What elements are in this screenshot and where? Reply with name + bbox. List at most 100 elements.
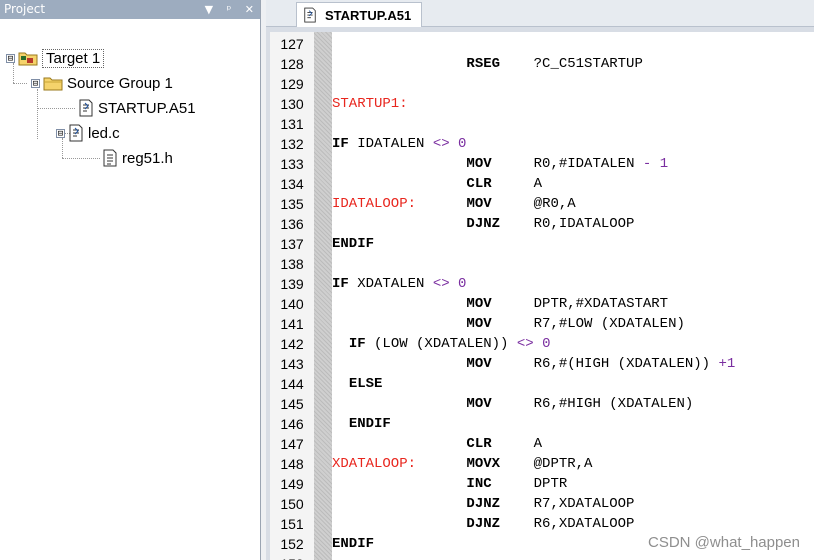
tree-item-reg51-h[interactable]: reg51.h bbox=[102, 147, 173, 169]
code-line[interactable]: MOV R6,#(HIGH (XDATALEN)) +1 bbox=[332, 354, 735, 374]
code-line[interactable]: MOV DPTR,#XDATASTART bbox=[332, 294, 668, 314]
line-number: 132 bbox=[280, 136, 304, 152]
tree-item-target-1[interactable]: ⊟ Target 1 bbox=[6, 47, 105, 69]
panel-close-icon[interactable]: ✕ bbox=[245, 0, 254, 19]
code-line[interactable]: DJNZ R6,XDATALOOP bbox=[332, 514, 634, 534]
tree-item-label: led.c bbox=[88, 124, 120, 142]
line-number: 151 bbox=[280, 516, 304, 532]
folder-icon bbox=[43, 77, 63, 91]
line-number: 140 bbox=[280, 296, 304, 312]
line-number: 138 bbox=[280, 256, 304, 272]
code-text: MOV DPTR,#XDATASTART bbox=[466, 296, 669, 312]
line-number: 145 bbox=[280, 396, 304, 412]
asm-file-icon bbox=[79, 99, 93, 117]
code-line[interactable]: IF (LOW (XDATALEN)) <> 0 bbox=[332, 334, 551, 354]
code-line[interactable]: ENDIF bbox=[332, 534, 374, 554]
line-number: 133 bbox=[280, 156, 304, 172]
code-line[interactable]: IF XDATALEN <> 0 bbox=[332, 274, 466, 294]
code-text: MOV @R0,A bbox=[466, 196, 576, 212]
line-number: 137 bbox=[280, 236, 304, 252]
code-label: XDATALOOP: bbox=[332, 456, 417, 472]
editor-tab-strip: STARTUP.A51 bbox=[266, 0, 814, 27]
code-line[interactable]: IDATALOOP: MOV @R0,A bbox=[332, 194, 576, 214]
code-line[interactable]: ENDIF bbox=[332, 414, 391, 434]
code-text: IF XDATALEN <> 0 bbox=[332, 276, 467, 292]
tab-startup-a51[interactable]: STARTUP.A51 bbox=[296, 2, 423, 27]
code-text: INC DPTR bbox=[466, 476, 568, 492]
tree-item-label: Source Group 1 bbox=[67, 74, 173, 92]
code-line[interactable]: DJNZ R0,IDATALOOP bbox=[332, 214, 634, 234]
code-text: CLR A bbox=[466, 436, 543, 452]
line-number: 147 bbox=[280, 436, 304, 452]
line-number: 134 bbox=[280, 176, 304, 192]
header-file-icon bbox=[103, 149, 117, 167]
collapse-toggle-icon[interactable]: ⊟ bbox=[6, 53, 15, 63]
line-number: 152 bbox=[280, 536, 304, 552]
breakpoint-margin[interactable] bbox=[314, 32, 332, 560]
tree-item-source-group-1[interactable]: ⊟ Source Group 1 bbox=[31, 72, 173, 94]
line-number: 146 bbox=[280, 416, 304, 432]
watermark: CSDN @what_happen bbox=[648, 534, 800, 551]
line-number: 127 bbox=[280, 36, 304, 52]
line-number: 148 bbox=[280, 456, 304, 472]
collapse-toggle-icon[interactable]: ⊟ bbox=[56, 128, 65, 138]
code-line[interactable]: CLR A bbox=[332, 174, 542, 194]
code-line[interactable]: RSEG ?C_C51STARTUP bbox=[332, 54, 643, 74]
code-text: MOV R0,#IDATALEN - 1 bbox=[466, 156, 669, 172]
editor-area: STARTUP.A51 127 128 129 130 131 132 133 134 135 1… bbox=[266, 0, 814, 560]
code-line[interactable]: MOV R6,#HIGH (XDATALEN) bbox=[332, 394, 693, 414]
code-line[interactable]: DJNZ R7,XDATALOOP bbox=[332, 494, 634, 514]
code-line[interactable]: IF IDATALEN <> 0 bbox=[332, 134, 466, 154]
tree-item-label: STARTUP.A51 bbox=[98, 99, 196, 117]
tree-item-label: reg51.h bbox=[122, 149, 173, 167]
code-line[interactable]: ELSE bbox=[332, 374, 383, 394]
asm-file-icon bbox=[304, 7, 316, 23]
line-number: 142 bbox=[280, 336, 304, 352]
code-line[interactable]: XDATALOOP: MOVX @DPTR,A bbox=[332, 454, 592, 474]
panel-pin-icon[interactable]: ᵖ bbox=[227, 0, 232, 19]
line-number: 136 bbox=[280, 216, 304, 232]
line-number: 149 bbox=[280, 476, 304, 492]
tree-item-startup-a51[interactable]: STARTUP.A51 bbox=[78, 97, 196, 119]
code-line[interactable]: CLR A bbox=[332, 434, 542, 454]
code-text: RSEG ?C_C51STARTUP bbox=[466, 56, 643, 72]
code-text: MOV R7,#LOW (XDATALEN) bbox=[466, 316, 685, 332]
code-text: DJNZ R6,XDATALOOP bbox=[466, 516, 635, 532]
line-number: 131 bbox=[280, 116, 304, 132]
line-number: 139 bbox=[280, 276, 304, 292]
line-number: 130 bbox=[280, 96, 304, 112]
code-text: CLR A bbox=[466, 176, 543, 192]
line-number: 128 bbox=[280, 56, 304, 72]
code-label: IDATALOOP: bbox=[332, 196, 417, 212]
tab-label: STARTUP.A51 bbox=[325, 7, 412, 23]
project-panel: Project ▼ ᵖ ✕ ⊟ Target 1 ⊟ Source Group … bbox=[0, 0, 261, 560]
line-number: 143 bbox=[280, 356, 304, 372]
code-text: IF IDATALEN <> 0 bbox=[332, 136, 467, 152]
code-line[interactable]: ENDIF bbox=[332, 234, 374, 254]
tree-item-led-c[interactable]: ⊟ led.c bbox=[56, 122, 120, 144]
target-folder-icon bbox=[18, 52, 38, 66]
code-text: IF (LOW (XDATALEN)) <> 0 bbox=[348, 336, 551, 352]
code-text: ELSE bbox=[348, 376, 383, 392]
code-line[interactable]: MOV R7,#LOW (XDATALEN) bbox=[332, 314, 685, 334]
line-number: 144 bbox=[280, 376, 304, 392]
code-line[interactable]: MOV R0,#IDATALEN - 1 bbox=[332, 154, 668, 174]
line-number: 129 bbox=[280, 76, 304, 92]
line-number-gutter: 127 128 129 130 131 132 133 134 135 136 137 138 139 1… bbox=[270, 32, 314, 560]
code-line[interactable]: STARTUP1: bbox=[332, 94, 408, 114]
panel-menu-dropdown-icon[interactable]: ▼ bbox=[205, 0, 213, 19]
tree-item-label: Target 1 bbox=[42, 48, 105, 68]
collapse-toggle-icon[interactable]: ⊟ bbox=[31, 78, 40, 88]
code-text: MOVX @DPTR,A bbox=[466, 456, 593, 472]
code-text: ENDIF bbox=[332, 236, 375, 252]
code-text: ENDIF bbox=[332, 536, 375, 552]
code-line[interactable]: INC DPTR bbox=[332, 474, 567, 494]
code-text: DJNZ R0,IDATALOOP bbox=[466, 216, 635, 232]
code-label: STARTUP1: bbox=[332, 96, 408, 112]
code-editor[interactable]: 127 128 129 130 131 132 133 134 135 136 137 138 139 1… bbox=[270, 32, 814, 560]
code-text: MOV R6,#HIGH (XDATALEN) bbox=[466, 396, 694, 412]
line-number: 135 bbox=[280, 196, 304, 212]
code-text: MOV R6,#(HIGH (XDATALEN)) +1 bbox=[466, 356, 736, 372]
line-number: 150 bbox=[280, 496, 304, 512]
c-file-icon bbox=[69, 124, 83, 142]
